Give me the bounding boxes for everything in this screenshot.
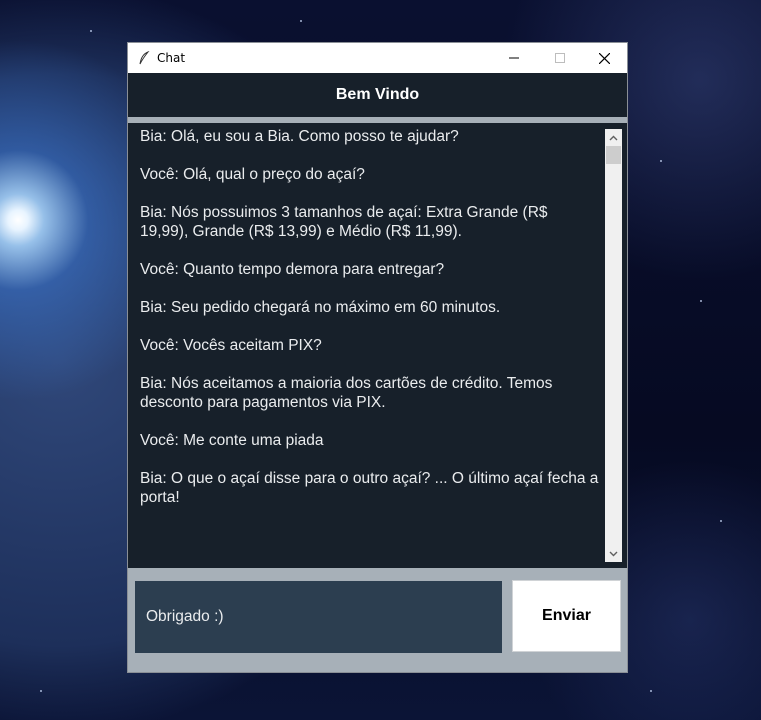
maximize-icon xyxy=(555,53,565,63)
scroll-thumb[interactable] xyxy=(606,146,621,164)
scroll-down-button[interactable] xyxy=(605,545,622,562)
chat-window: Chat Bem Vindo Bia: Olá, eu sou a Bia. C… xyxy=(127,42,628,673)
minimize-button[interactable] xyxy=(491,43,537,73)
chat-message: Bia: Seu pedido chegará no máximo em 60 … xyxy=(140,299,501,316)
chat-message: Bia: Nós possuimos 3 tamanhos de açaí: E… xyxy=(140,204,552,240)
input-bar: Enviar xyxy=(128,568,627,672)
title-bar[interactable]: Chat xyxy=(128,43,627,73)
star xyxy=(300,20,302,22)
chat-message: Você: Quanto tempo demora para entregar? xyxy=(140,261,445,278)
send-button[interactable]: Enviar xyxy=(512,580,621,652)
chevron-up-icon xyxy=(609,135,618,140)
chat-message: Bia: Nós aceitamos a maioria dos cartões… xyxy=(140,375,557,411)
star xyxy=(700,300,702,302)
star xyxy=(720,520,722,522)
chat-history[interactable]: Bia: Olá, eu sou a Bia. Como posso te aj… xyxy=(128,123,627,568)
close-icon xyxy=(598,52,610,64)
chevron-down-icon xyxy=(609,551,618,556)
star xyxy=(650,690,652,692)
chat-messages: Bia: Olá, eu sou a Bia. Como posso te aj… xyxy=(140,127,600,526)
minimize-icon xyxy=(509,57,519,59)
chat-scrollbar[interactable] xyxy=(605,129,622,562)
chat-message: Você: Vocês aceitam PIX? xyxy=(140,337,322,354)
star xyxy=(90,30,92,32)
chat-message: Você: Me conte uma piada xyxy=(140,432,324,449)
maximize-button[interactable] xyxy=(537,43,583,73)
star xyxy=(660,160,662,162)
window-title: Chat xyxy=(157,51,186,65)
star xyxy=(40,690,42,692)
close-button[interactable] xyxy=(581,43,627,73)
header-title: Bem Vindo xyxy=(128,73,627,117)
chat-message: Bia: O que o açaí disse para o outro aça… xyxy=(140,470,603,506)
message-input[interactable] xyxy=(135,581,502,653)
scroll-up-button[interactable] xyxy=(605,129,622,146)
chat-message: Bia: Olá, eu sou a Bia. Como posso te aj… xyxy=(140,128,459,145)
feather-icon xyxy=(139,51,150,65)
chat-message: Você: Olá, qual o preço do açaí? xyxy=(140,166,365,183)
